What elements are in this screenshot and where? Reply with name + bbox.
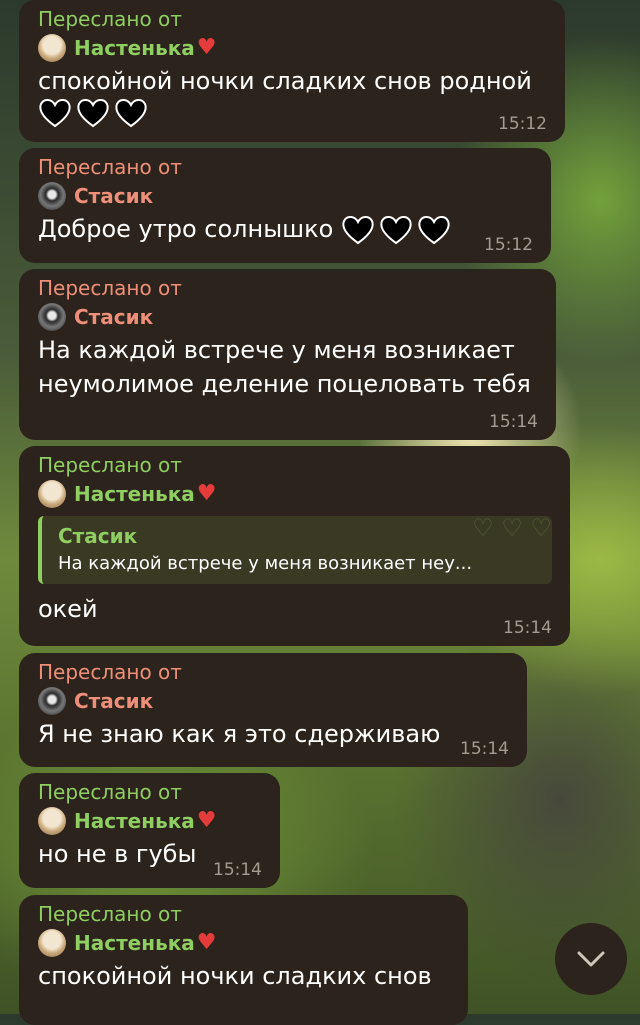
avatar[interactable] bbox=[38, 182, 66, 210]
forwarded-label: Переслано от bbox=[38, 902, 182, 926]
black-heart-icon bbox=[39, 99, 71, 128]
reply-quote[interactable]: ♡ ♡ ♡ Стасик На каждой встрече у меня во… bbox=[38, 516, 552, 584]
message-bubble[interactable]: Переслано от Настенька ♥ спокойной ночки… bbox=[19, 895, 468, 1025]
red-heart-icon: ♥ bbox=[196, 930, 217, 955]
hearts-row bbox=[341, 215, 451, 245]
message-text: спокойной ночки сладких снов родной bbox=[38, 67, 532, 95]
sender-name[interactable]: Настенька ♥ bbox=[38, 805, 262, 837]
message-bubble[interactable]: Переслано от Стасик На каждой встрече у … bbox=[19, 269, 556, 440]
forwarded-label: Переслано от bbox=[38, 276, 182, 300]
message-time: 15:14 bbox=[503, 618, 552, 638]
sender-name[interactable]: Настенька ♥ bbox=[38, 927, 450, 959]
black-heart-icon bbox=[77, 99, 109, 128]
scroll-down-button[interactable] bbox=[555, 923, 627, 995]
sender-name[interactable]: Стасик bbox=[38, 180, 533, 212]
black-heart-icon bbox=[342, 216, 374, 245]
message-time: 15:12 bbox=[484, 235, 533, 255]
message-text: Я не знаю как я это сдерживаю bbox=[38, 720, 441, 748]
forwarded-label: Переслано от bbox=[38, 155, 182, 179]
quote-sender: Стасик bbox=[58, 524, 138, 548]
heart-pattern-icon: ♡ ♡ ♡ bbox=[472, 516, 552, 542]
message-bubble[interactable]: Переслано от Настенька ♥ но не в губы 15… bbox=[19, 773, 280, 888]
black-heart-icon bbox=[418, 216, 450, 245]
quote-text: На каждой встрече у меня возникает неу..… bbox=[58, 553, 473, 574]
avatar[interactable] bbox=[38, 303, 66, 331]
message-bubble[interactable]: Переслано от Настенька ♥ ♡ ♡ ♡ Стасик На… bbox=[19, 446, 570, 646]
message-bubble[interactable]: Переслано от Стасик Доброе утро солнышко… bbox=[19, 148, 551, 263]
avatar[interactable] bbox=[38, 34, 66, 62]
message-time: 15:14 bbox=[489, 412, 538, 432]
message-text: На каждой встрече у меня возникает неумо… bbox=[38, 336, 531, 398]
red-heart-icon: ♥ bbox=[196, 35, 217, 60]
red-heart-icon: ♥ bbox=[196, 481, 217, 506]
avatar[interactable] bbox=[38, 480, 66, 508]
forwarded-label: Переслано от bbox=[38, 7, 182, 31]
forwarded-label: Переслано от bbox=[38, 780, 182, 804]
sender-name[interactable]: Настенька ♥ bbox=[38, 478, 552, 510]
message-text: спокойной ночки сладких снов bbox=[38, 962, 432, 990]
message-text: Доброе утро солнышко bbox=[38, 215, 334, 243]
avatar[interactable] bbox=[38, 687, 66, 715]
black-heart-icon bbox=[380, 216, 412, 245]
black-heart-icon bbox=[115, 99, 147, 128]
message-time: 15:12 bbox=[498, 114, 547, 134]
message-bubble[interactable]: Переслано от Стасик Я не знаю как я это … bbox=[19, 653, 527, 767]
sender-name[interactable]: Настенька ♥ bbox=[38, 32, 547, 64]
message-time: 15:14 bbox=[460, 739, 509, 759]
forwarded-label: Переслано от bbox=[38, 453, 182, 477]
forwarded-label: Переслано от bbox=[38, 660, 182, 684]
sender-name[interactable]: Стасик bbox=[38, 301, 538, 333]
avatar[interactable] bbox=[38, 807, 66, 835]
message-text: окей bbox=[38, 595, 98, 623]
red-heart-icon: ♥ bbox=[196, 808, 217, 833]
hearts-row bbox=[38, 98, 148, 128]
sender-name[interactable]: Стасик bbox=[38, 685, 509, 717]
message-bubble[interactable]: Переслано от Настенька ♥ спокойной ночки… bbox=[19, 0, 565, 142]
avatar[interactable] bbox=[38, 929, 66, 957]
message-time: 15:14 bbox=[213, 860, 262, 880]
message-text-row: Доброе утро солнышко bbox=[38, 212, 533, 246]
chevron-down-icon bbox=[577, 951, 605, 967]
